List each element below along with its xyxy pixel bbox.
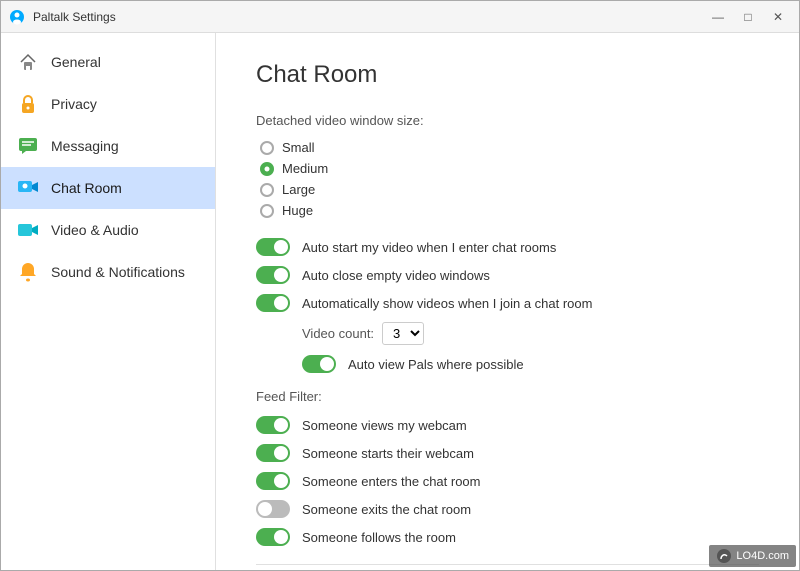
sidebar-item-general[interactable]: General [1,41,215,83]
sidebar-item-video-audio[interactable]: Video & Audio [1,209,215,251]
toggle-views-webcam[interactable]: Someone views my webcam [256,416,759,434]
sidebar-item-chatroom[interactable]: Chat Room [1,167,215,209]
close-button[interactable]: ✕ [765,8,791,26]
app-icon [9,9,25,25]
watermark-text: LO4D.com [736,550,789,562]
title-bar-controls: — □ ✕ [705,8,791,26]
radio-label-huge: Huge [282,203,313,218]
video-count-select[interactable]: 3 4 5 6 [382,322,424,345]
toggle-auto-view-pals-label: Auto view Pals where possible [348,357,524,372]
lock-icon [17,93,39,115]
video-window-section-label: Detached video window size: [256,113,759,128]
toggle-auto-close-label: Auto close empty video windows [302,268,490,283]
app-window: Paltalk Settings — □ ✕ General [0,0,800,571]
toggle-auto-start-video[interactable]: Auto start my video when I enter chat ro… [256,238,759,256]
main-panel: Chat Room Detached video window size: Sm… [216,33,799,570]
camera-icon [17,219,39,241]
page-title: Chat Room [256,61,759,89]
toggle-enters-room-label: Someone enters the chat room [302,474,481,489]
toggle-starts-webcam-label: Someone starts their webcam [302,446,474,461]
sidebar-label-privacy: Privacy [51,96,97,112]
content-area: General Privacy [1,33,799,570]
toggle-auto-show-videos[interactable]: Automatically show videos when I join a … [256,294,759,312]
title-bar: Paltalk Settings — □ ✕ [1,1,799,33]
sidebar-label-chatroom: Chat Room [51,180,122,196]
radio-circle-small[interactable] [260,141,274,155]
sidebar-label-video-audio: Video & Audio [51,222,139,238]
window-title: Paltalk Settings [33,10,116,24]
radio-circle-large[interactable] [260,183,274,197]
toggle-auto-show-videos-switch[interactable] [256,294,290,312]
toggle-auto-close-switch[interactable] [256,266,290,284]
home-icon [17,51,39,73]
toggle-auto-start-video-switch[interactable] [256,238,290,256]
toggle-follows-room[interactable]: Someone follows the room [256,528,759,546]
toggle-follows-room-label: Someone follows the room [302,530,456,545]
toggle-auto-start-video-label: Auto start my video when I enter chat ro… [302,240,556,255]
sidebar-label-general: General [51,54,101,70]
toggle-views-webcam-label: Someone views my webcam [302,418,467,433]
radio-label-large: Large [282,182,315,197]
toggle-follows-room-switch[interactable] [256,528,290,546]
toggle-views-webcam-switch[interactable] [256,416,290,434]
video-size-group: Small Medium Large Huge [256,140,759,218]
message-icon [17,135,39,157]
toggle-auto-view-pals[interactable]: Auto view Pals where possible [256,355,759,373]
watermark: LO4D.com [709,545,796,567]
sidebar-label-messaging: Messaging [51,138,119,154]
toggle-exits-room-switch[interactable] [256,500,290,518]
sidebar-label-sound-notifications: Sound & Notifications [51,264,185,280]
toggle-starts-webcam[interactable]: Someone starts their webcam [256,444,759,462]
sidebar: General Privacy [1,33,216,570]
watermark-icon [716,548,732,564]
sidebar-item-messaging[interactable]: Messaging [1,125,215,167]
radio-large[interactable]: Large [260,182,759,197]
toggle-exits-room-label: Someone exits the chat room [302,502,471,517]
radio-small[interactable]: Small [260,140,759,155]
section-divider [256,564,759,565]
toggle-enters-room-switch[interactable] [256,472,290,490]
person-video-icon [17,177,39,199]
bell-icon [17,261,39,283]
sidebar-item-privacy[interactable]: Privacy [1,83,215,125]
radio-circle-medium[interactable] [260,162,274,176]
radio-label-small: Small [282,140,315,155]
toggle-auto-close[interactable]: Auto close empty video windows [256,266,759,284]
radio-circle-huge[interactable] [260,204,274,218]
toggle-exits-room[interactable]: Someone exits the chat room [256,500,759,518]
title-bar-left: Paltalk Settings [9,9,116,25]
video-count-row: Video count: 3 4 5 6 [256,322,759,345]
toggle-auto-show-videos-label: Automatically show videos when I join a … [302,296,592,311]
sidebar-item-sound-notifications[interactable]: Sound & Notifications [1,251,215,293]
radio-medium[interactable]: Medium [260,161,759,176]
feed-filter-section-label: Feed Filter: [256,389,759,404]
radio-huge[interactable]: Huge [260,203,759,218]
toggle-starts-webcam-switch[interactable] [256,444,290,462]
radio-label-medium: Medium [282,161,328,176]
toggle-enters-room[interactable]: Someone enters the chat room [256,472,759,490]
video-count-label: Video count: [302,326,374,341]
maximize-button[interactable]: □ [735,8,761,26]
minimize-button[interactable]: — [705,8,731,26]
toggle-auto-view-pals-switch[interactable] [302,355,336,373]
